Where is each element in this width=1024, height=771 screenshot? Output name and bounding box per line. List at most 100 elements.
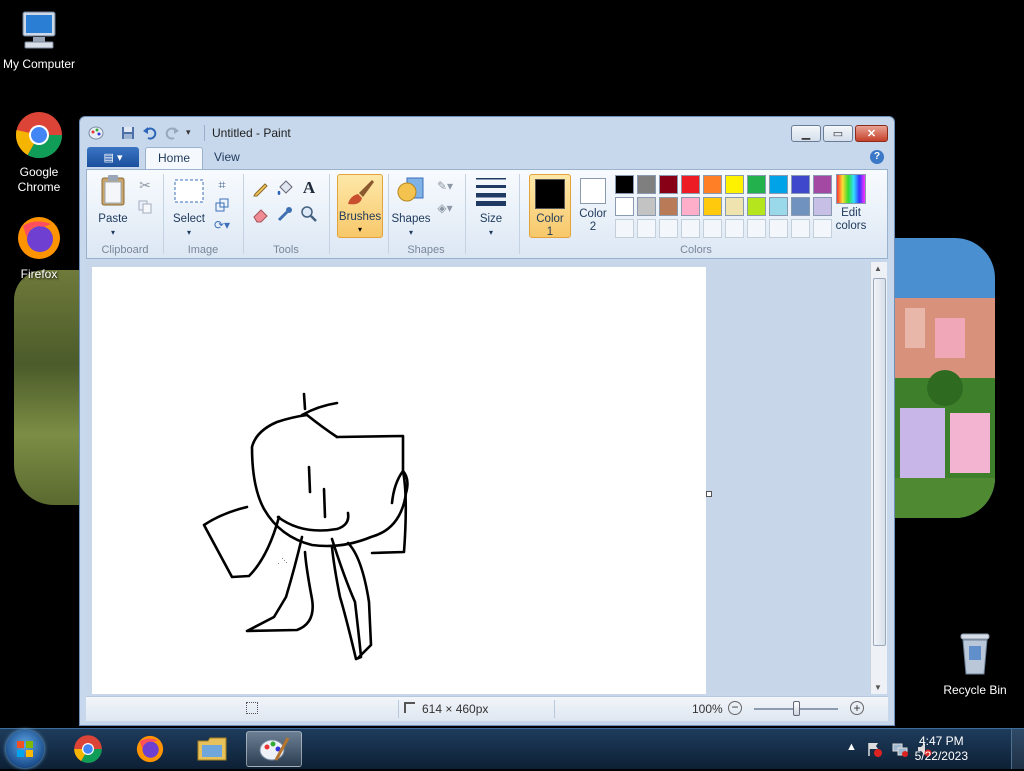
color-swatch[interactable] (791, 219, 810, 238)
scroll-thumb[interactable] (873, 278, 886, 646)
color-swatch[interactable] (637, 197, 656, 216)
canvas-size-icon (404, 702, 415, 713)
outline-icon[interactable]: ✎▾ (435, 176, 455, 196)
color-swatch[interactable] (659, 197, 678, 216)
scroll-up-arrow[interactable]: ▲ (874, 264, 882, 273)
color-swatch[interactable] (659, 175, 678, 194)
zoom-out-button[interactable]: − (728, 701, 742, 715)
color-swatch[interactable] (703, 175, 722, 194)
zoom-in-button[interactable]: + (850, 701, 864, 715)
pencil-icon[interactable] (251, 178, 271, 198)
desktop-icon-my-computer[interactable]: My Computer (0, 10, 78, 72)
color-2-button[interactable]: Color 2 (573, 174, 613, 234)
color-swatch[interactable] (769, 219, 788, 238)
taskbar-chrome[interactable] (60, 731, 116, 767)
title-bar[interactable]: ▾ Untitled - Paint ▁ ▭ ✕ (80, 117, 894, 147)
shapes-button[interactable]: Shapes ▾ (391, 174, 431, 239)
color-swatch[interactable] (747, 197, 766, 216)
brushes-label: Brushes (338, 211, 382, 223)
taskbar-file-explorer[interactable] (184, 731, 240, 767)
help-icon[interactable]: ? (870, 150, 884, 164)
desktop-icon-firefox[interactable]: Firefox (0, 214, 78, 282)
fill-icon[interactable] (275, 178, 295, 198)
color-swatch[interactable] (637, 219, 656, 238)
color-swatch[interactable] (615, 175, 634, 194)
canvas-area[interactable] (86, 262, 868, 694)
tab-view[interactable]: View (202, 147, 252, 169)
taskbar-paint[interactable] (246, 731, 302, 767)
color-swatch[interactable] (725, 197, 744, 216)
color-swatch[interactable] (681, 219, 700, 238)
crop-icon[interactable]: ⌗ (212, 175, 232, 195)
color-swatch[interactable] (725, 219, 744, 238)
magnifier-icon[interactable] (299, 204, 319, 224)
resize-icon[interactable] (212, 195, 232, 215)
color-swatch[interactable] (769, 197, 788, 216)
scroll-down-arrow[interactable]: ▼ (874, 683, 882, 692)
color-swatch[interactable] (813, 197, 832, 216)
color-swatch[interactable] (703, 197, 722, 216)
color-swatch[interactable] (659, 219, 678, 238)
taskbar-firefox[interactable] (122, 731, 178, 767)
redo-icon[interactable] (164, 125, 180, 141)
drawing-canvas[interactable] (92, 267, 706, 694)
text-icon[interactable]: A (299, 178, 319, 198)
show-desktop-button[interactable] (1011, 729, 1024, 769)
tab-home[interactable]: Home (145, 147, 204, 169)
size-button[interactable]: Size ▾ (471, 174, 511, 239)
edit-colors-button[interactable]: Edit colors (831, 174, 871, 233)
color-picker-icon[interactable] (275, 204, 295, 224)
color-swatch[interactable] (615, 197, 634, 216)
vertical-scrollbar[interactable]: ▲ ▼ (870, 262, 887, 694)
group-label-tools: Tools (273, 244, 299, 256)
action-center-icon[interactable] (866, 741, 882, 757)
system-clock[interactable]: 4:47 PM 5/22/2023 (915, 734, 968, 764)
color-swatch[interactable] (791, 175, 810, 194)
color-1-button[interactable]: Color 1 (529, 174, 571, 238)
color-2-label: Color (579, 208, 607, 220)
eraser-icon[interactable] (251, 204, 271, 224)
cursor-dots (278, 558, 287, 564)
save-icon[interactable] (120, 125, 136, 141)
chevron-down-icon: ▾ (488, 228, 493, 237)
color-swatch[interactable] (747, 175, 766, 194)
desktop-icon-recycle-bin[interactable]: Recycle Bin (936, 630, 1014, 698)
color-swatch[interactable] (637, 175, 656, 194)
paste-button[interactable]: Paste ▾ (93, 174, 133, 239)
close-button[interactable]: ✕ (855, 125, 888, 142)
cut-icon[interactable]: ✂ (135, 175, 155, 195)
zoom-slider[interactable] (754, 701, 838, 716)
color-swatch[interactable] (681, 197, 700, 216)
network-icon[interactable] (892, 741, 908, 757)
maximize-button[interactable]: ▭ (823, 125, 853, 142)
color-swatch[interactable] (747, 219, 766, 238)
group-label-clipboard: Clipboard (101, 244, 149, 256)
color-swatch[interactable] (813, 175, 832, 194)
minimize-button[interactable]: ▁ (791, 125, 821, 142)
paint-window[interactable]: ▾ Untitled - Paint ▁ ▭ ✕ ▤ ▾ Home View ?… (79, 116, 895, 726)
group-separator (163, 174, 164, 254)
copy-icon[interactable] (135, 197, 155, 217)
show-hidden-icons-icon[interactable]: ▲ (846, 741, 862, 757)
color-swatch[interactable] (615, 219, 634, 238)
application-menu-button[interactable]: ▤ ▾ (87, 147, 139, 167)
select-button[interactable]: Select ▾ (169, 174, 209, 239)
brushes-button[interactable]: Brushes ▾ (337, 174, 383, 238)
desktop-icon-label: Recycle Bin (943, 683, 1007, 697)
customize-quick-access-icon[interactable]: ▾ (186, 127, 191, 138)
rotate-icon[interactable]: ⟳▾ (212, 215, 232, 235)
shape-fill-icon[interactable]: ◈▾ (435, 198, 455, 218)
desktop-icon-google-chrome[interactable]: Google Chrome (0, 110, 78, 195)
zoom-slider-thumb[interactable] (792, 701, 800, 716)
start-button[interactable] (6, 730, 44, 768)
color-swatch[interactable] (725, 175, 744, 194)
color-swatch[interactable] (703, 219, 722, 238)
color-swatch[interactable] (769, 175, 788, 194)
group-separator (465, 174, 466, 254)
undo-icon[interactable] (142, 125, 158, 141)
firefox-icon (18, 217, 60, 259)
canvas-resize-handle-right[interactable] (706, 491, 712, 497)
color-swatch[interactable] (681, 175, 700, 194)
color-swatch[interactable] (791, 197, 810, 216)
color-swatch[interactable] (813, 219, 832, 238)
